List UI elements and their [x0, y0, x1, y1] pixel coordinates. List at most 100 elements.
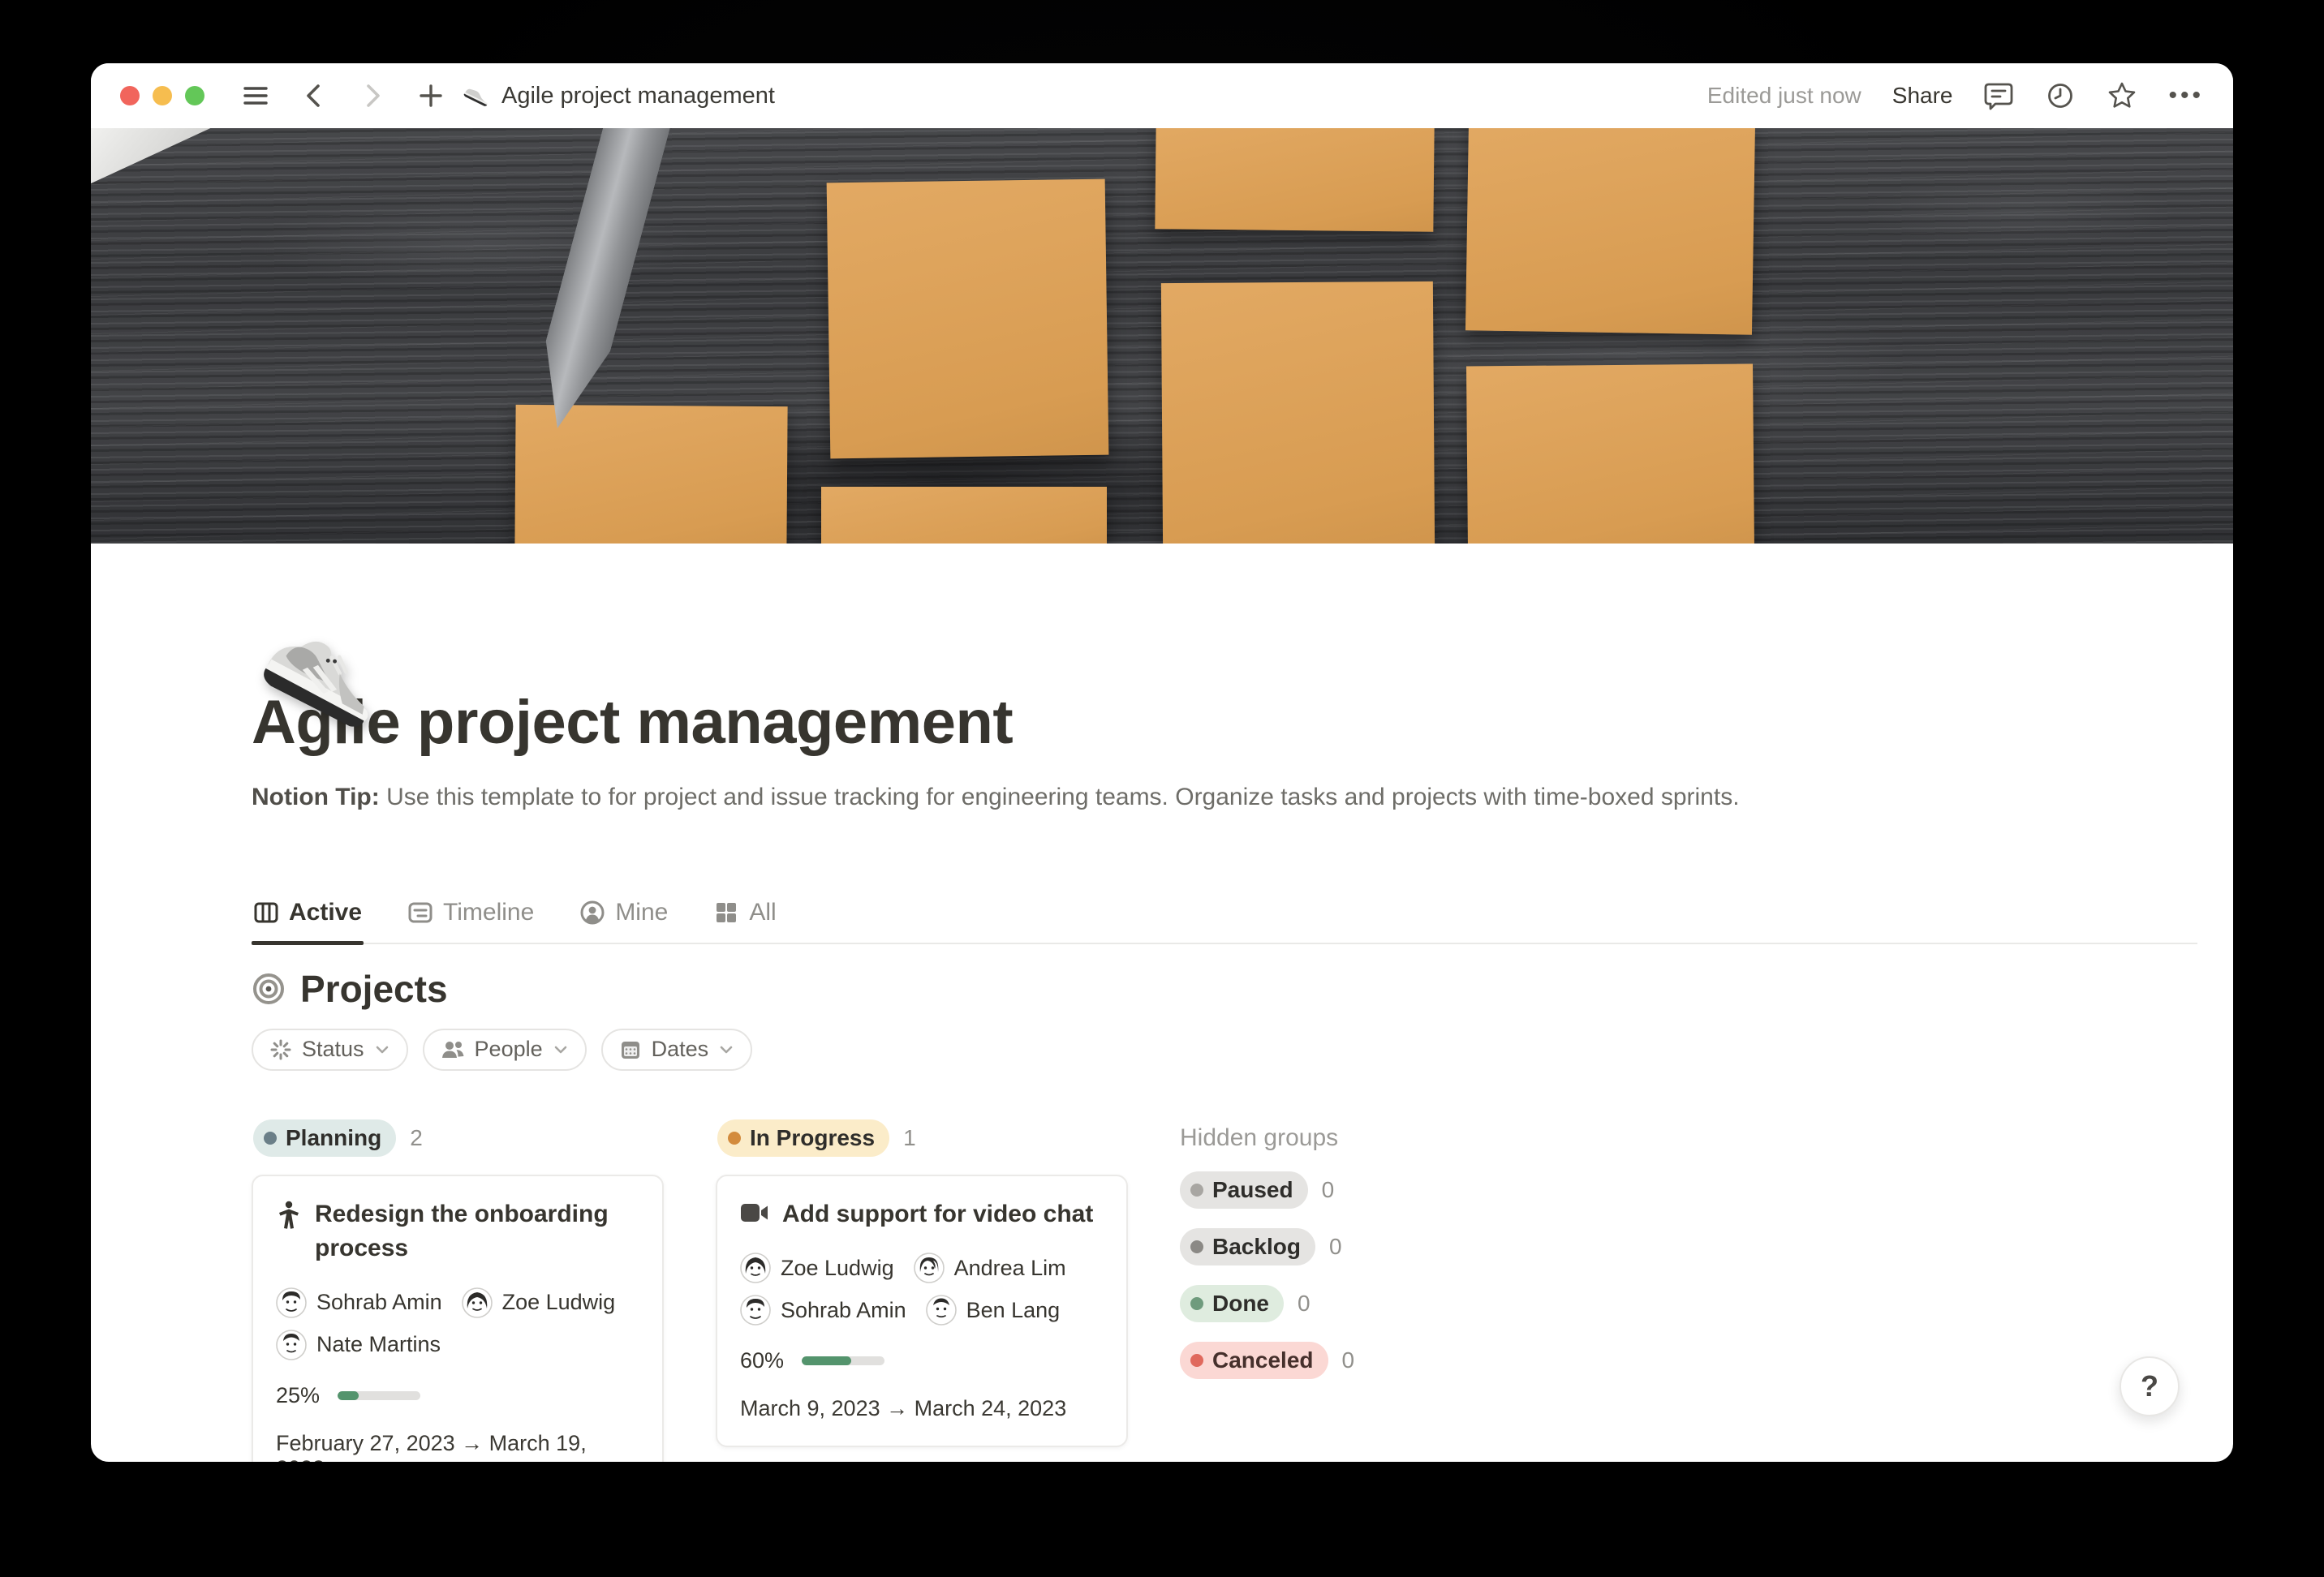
hidden-groups: Hidden groups Paused 0 Backlog 0 [1180, 1119, 1521, 1379]
group-pill-paused[interactable]: Paused [1180, 1171, 1308, 1209]
tab-mine[interactable]: Mine [578, 891, 669, 943]
view-tabs: Active Timeline Mine All [252, 891, 2197, 944]
group-pill-planning[interactable]: Planning [253, 1119, 396, 1157]
notion-window: Agile project management Edited just now… [91, 63, 2233, 1462]
filter-dates[interactable]: Dates [601, 1029, 753, 1071]
card-dates: February 27, 2023 → March 19, 2023 [276, 1431, 639, 1462]
comments-icon[interactable] [1983, 80, 2014, 111]
page-emoji-sneaker-icon [463, 82, 490, 110]
zoom-window-button[interactable] [185, 86, 204, 105]
sticky-note [1466, 363, 1754, 544]
person-standing-icon [276, 1201, 302, 1230]
minimize-window-button[interactable] [153, 86, 172, 105]
group-count: 2 [410, 1125, 423, 1151]
group-count: 1 [903, 1125, 916, 1151]
avatar [926, 1295, 957, 1326]
traffic-lights [120, 86, 204, 105]
back-icon[interactable] [299, 80, 329, 111]
group-count: 0 [1322, 1177, 1335, 1203]
kanban-board: Planning 2 Redesign the onboarding proce… [252, 1119, 2197, 1462]
filter-people[interactable]: People [423, 1029, 587, 1071]
group-pill-done[interactable]: Done [1180, 1285, 1284, 1322]
column-in-progress: In Progress 1 Add support for video chat [716, 1119, 1128, 1462]
more-options-icon[interactable]: ••• [2168, 82, 2204, 110]
avatar [276, 1330, 307, 1360]
forward-icon[interactable] [357, 80, 388, 111]
person: Andrea Lim [914, 1253, 1066, 1283]
marker-pen [525, 128, 676, 436]
group-count: 0 [1342, 1347, 1355, 1373]
sticky-note [821, 487, 1107, 544]
progress-track [802, 1356, 884, 1365]
sidebar-menu-icon[interactable] [240, 80, 271, 111]
notion-tip-text: Use this template to for project and iss… [380, 784, 1740, 810]
hidden-group-paused: Paused 0 [1180, 1171, 1521, 1209]
section-title: Projects [300, 967, 448, 1011]
hidden-group-done: Done 0 [1180, 1285, 1521, 1322]
card-people: Zoe Ludwig Andrea Lim Sohrab Amin Ben La… [740, 1253, 1104, 1326]
card-title: Add support for video chat [782, 1197, 1093, 1232]
sticky-note [514, 405, 787, 544]
share-button[interactable]: Share [1892, 83, 1953, 109]
card-video-chat[interactable]: Add support for video chat Zoe Ludwig An… [716, 1175, 1128, 1448]
sticky-note [827, 179, 1109, 459]
card-progress: 60% [740, 1348, 1104, 1373]
avatar [740, 1295, 771, 1326]
card-people: Sohrab Amin Zoe Ludwig Nate Martins [276, 1287, 639, 1360]
avatar [462, 1287, 493, 1318]
cover-image [91, 128, 2233, 544]
target-icon [252, 972, 286, 1006]
tab-all[interactable]: All [712, 891, 777, 943]
tab-active[interactable]: Active [252, 891, 364, 943]
page-icon-sneaker[interactable] [257, 619, 379, 746]
avatar [914, 1253, 945, 1283]
group-pill-canceled[interactable]: Canceled [1180, 1342, 1328, 1379]
filter-bar: Status People Dates [252, 1029, 2197, 1071]
edited-status: Edited just now [1707, 83, 1861, 109]
desktop-background: Agile project management Edited just now… [0, 0, 2324, 1577]
progress-fill [338, 1391, 359, 1400]
progress-track [338, 1391, 420, 1400]
card-redesign-onboarding[interactable]: Redesign the onboarding process Sohrab A… [252, 1175, 664, 1462]
page-title: Agile project management [252, 686, 2197, 759]
card-progress: 25% [276, 1383, 639, 1408]
favorite-star-icon[interactable] [2107, 80, 2137, 111]
calendar-icon [619, 1038, 642, 1061]
help-button[interactable]: ? [2120, 1356, 2180, 1416]
person: Sohrab Amin [740, 1295, 906, 1326]
filter-status[interactable]: Status [252, 1029, 408, 1071]
group-pill-in-progress[interactable]: In Progress [717, 1119, 889, 1157]
sticky-note [1161, 281, 1435, 544]
notion-tip: Notion Tip: Use this template to for pro… [252, 780, 2197, 814]
card-title: Redesign the onboarding process [315, 1197, 639, 1266]
group-count: 0 [1329, 1234, 1342, 1260]
tab-timeline[interactable]: Timeline [406, 891, 536, 943]
people-icon [441, 1038, 465, 1061]
group-pill-backlog[interactable]: Backlog [1180, 1228, 1315, 1265]
new-tab-icon[interactable] [415, 80, 446, 111]
cover-paper-corner [91, 128, 217, 185]
video-camera-icon [740, 1201, 769, 1225]
updates-clock-icon[interactable] [2045, 80, 2076, 111]
group-count: 0 [1298, 1291, 1310, 1317]
avatar [276, 1287, 307, 1318]
notion-tip-label: Notion Tip: [252, 784, 380, 810]
sticky-note [1155, 128, 1434, 232]
sticky-note [1465, 128, 1755, 335]
avatar [740, 1253, 771, 1283]
status-dot [728, 1132, 741, 1145]
status-dot [264, 1132, 277, 1145]
hidden-group-backlog: Backlog 0 [1180, 1228, 1521, 1265]
person: Sohrab Amin [276, 1287, 442, 1318]
status-dot [1190, 1297, 1203, 1310]
hidden-groups-label: Hidden groups [1180, 1119, 1521, 1152]
status-dot [1190, 1354, 1203, 1367]
status-dot [1190, 1184, 1203, 1197]
close-window-button[interactable] [120, 86, 140, 105]
person: Nate Martins [276, 1330, 441, 1360]
person: Zoe Ludwig [462, 1287, 616, 1318]
window-title: Agile project management [501, 83, 775, 110]
progress-fill [802, 1356, 851, 1365]
column-planning: Planning 2 Redesign the onboarding proce… [252, 1119, 664, 1462]
person: Zoe Ludwig [740, 1253, 894, 1283]
